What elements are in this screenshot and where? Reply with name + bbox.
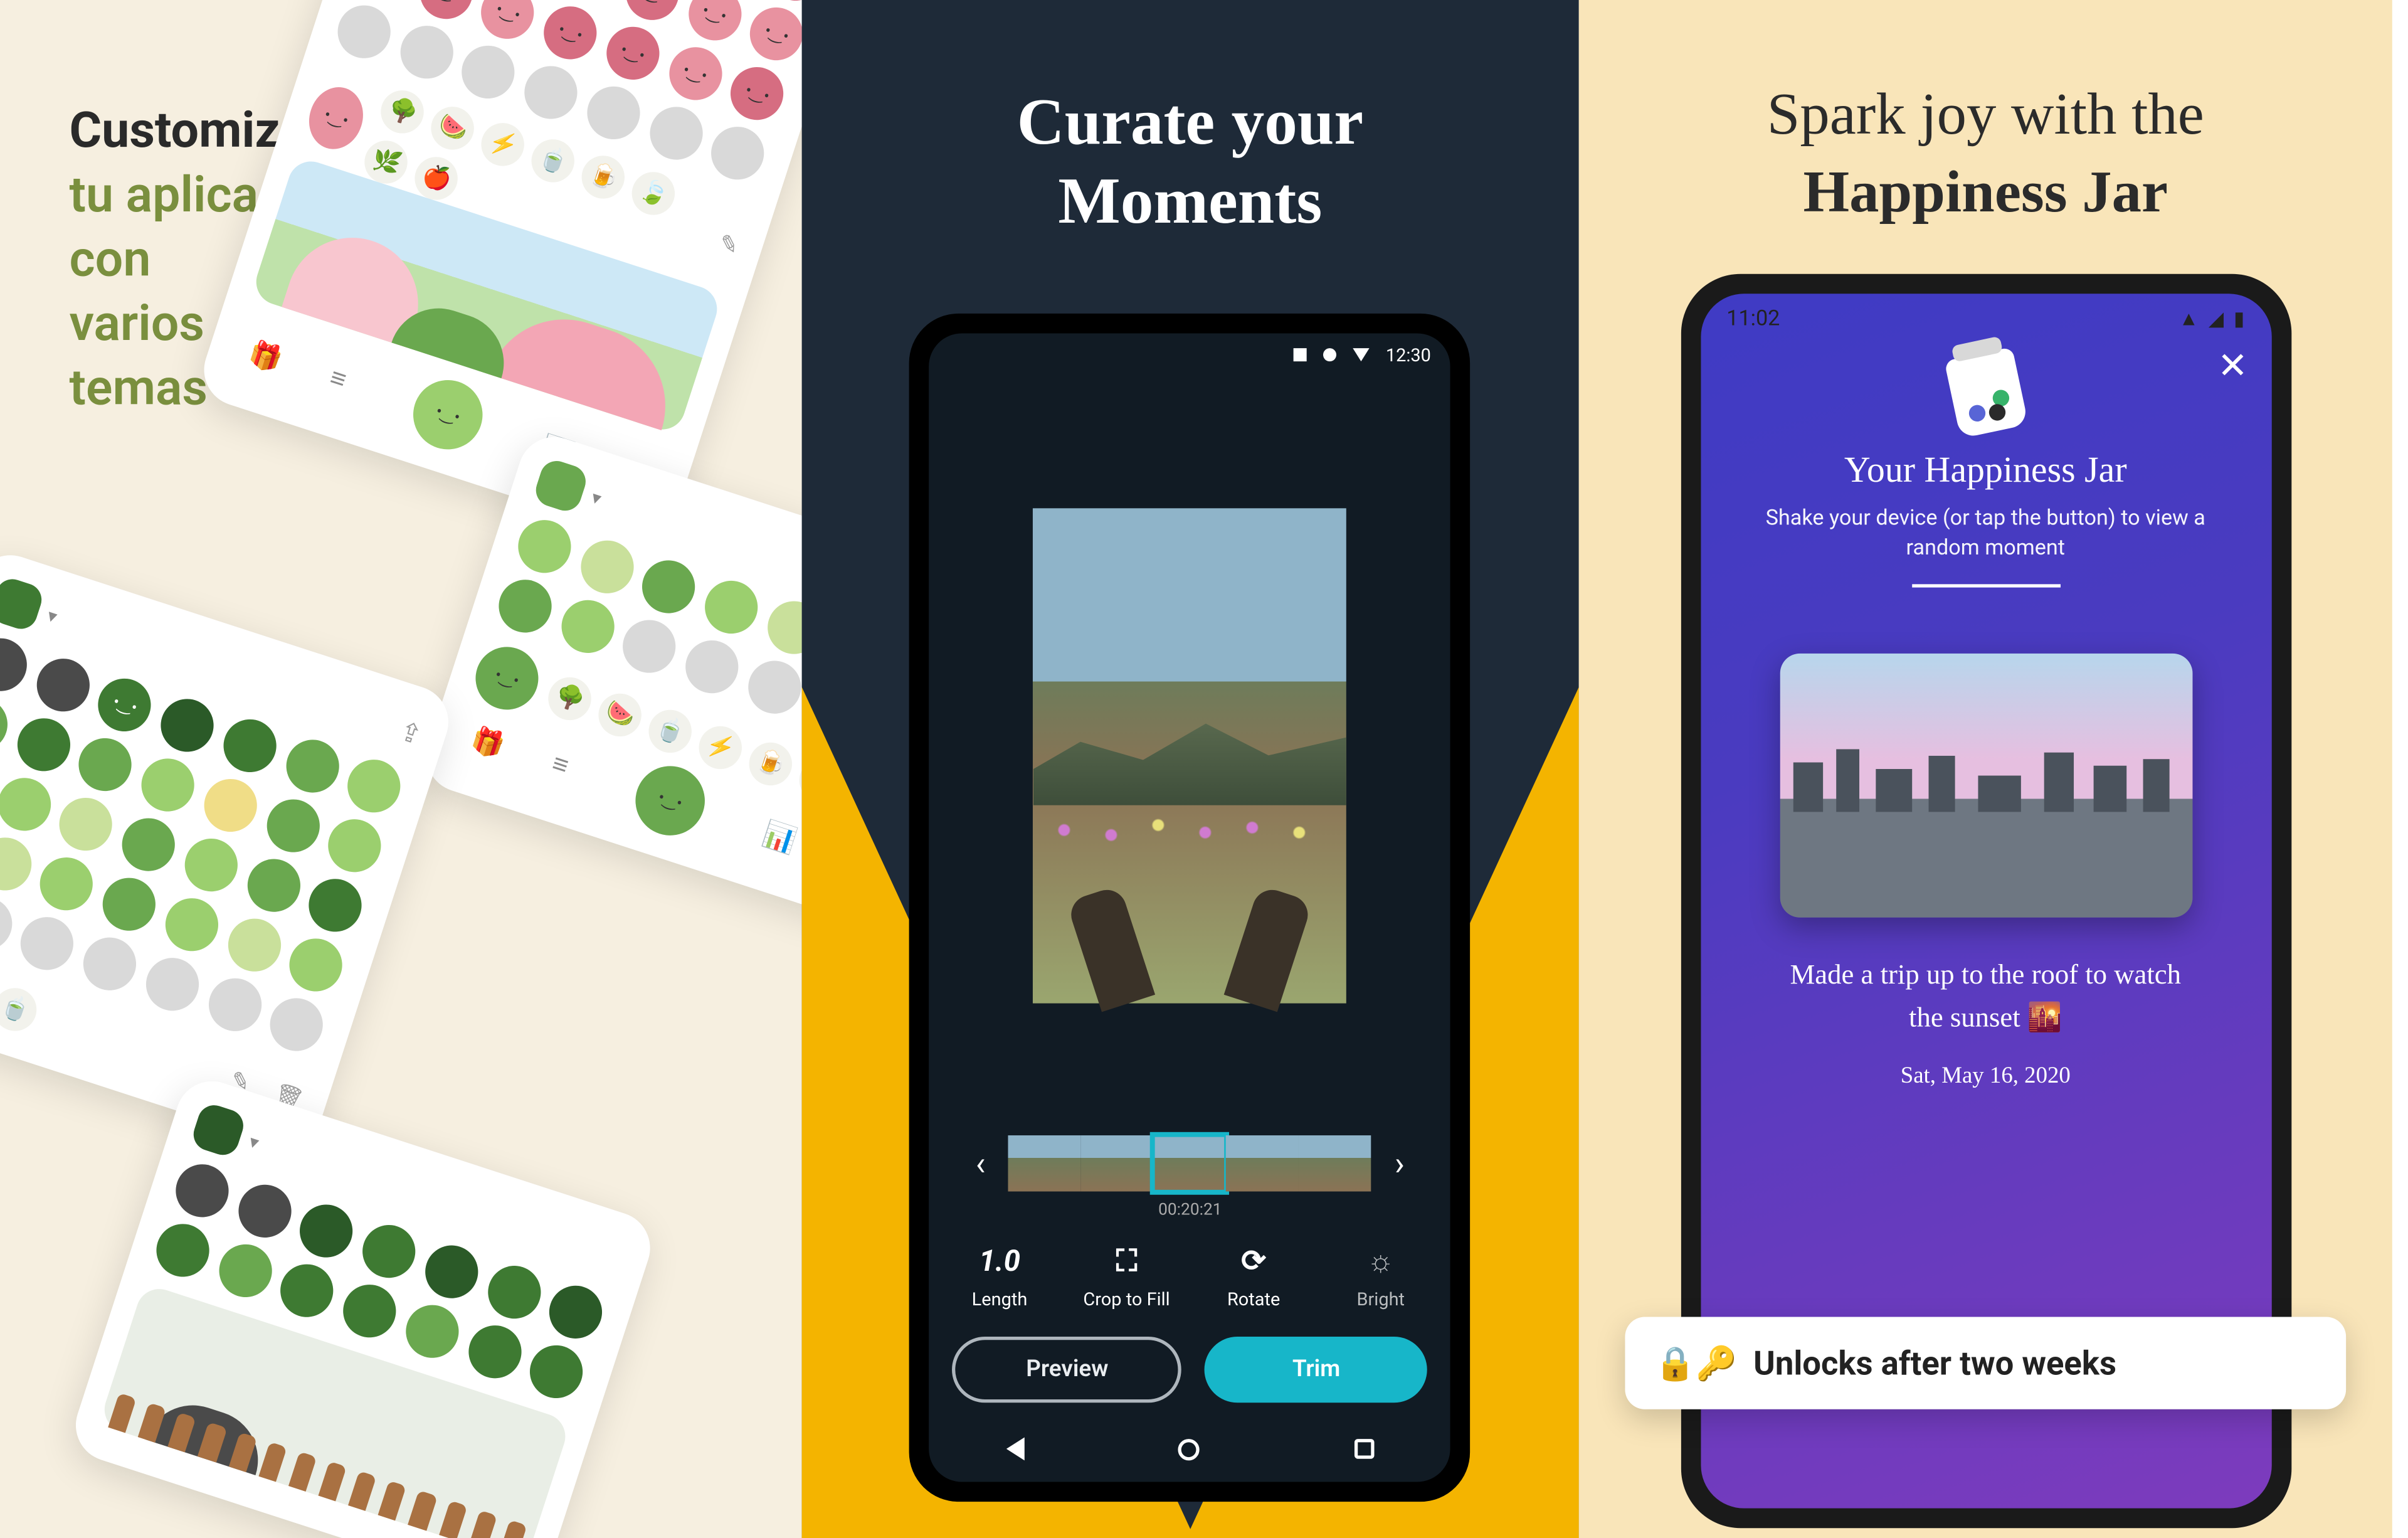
rotate-icon: ⟳ xyxy=(1241,1243,1266,1279)
brightness-label: Bright xyxy=(1356,1289,1405,1310)
center-title: Curate your Moments xyxy=(801,83,1579,241)
android-navbar xyxy=(929,1416,1450,1482)
status-time: 12:30 xyxy=(1386,344,1431,366)
divider xyxy=(1911,585,2060,588)
status-dot-icon xyxy=(1323,348,1336,361)
theme-card-pink[interactable]: •‿••‿••‿••‿••‿••‿••‿• •‿••‿••‿••‿•16•‿••… xyxy=(194,0,801,546)
chip-icon[interactable]: 🌳 xyxy=(542,672,596,726)
share-icon[interactable]: ⇪ xyxy=(396,714,426,750)
brightness-tool[interactable]: ☼ Bright xyxy=(1328,1243,1434,1310)
status-time: 11:02 xyxy=(1726,306,1780,331)
chip-icon[interactable]: 🍉 xyxy=(426,101,480,155)
nav-back-icon[interactable] xyxy=(1006,1438,1025,1461)
length-tool[interactable]: 1.0 Length xyxy=(947,1243,1052,1310)
jar-header: ✕ Your Happiness Jar Shake your device (… xyxy=(1700,343,2271,608)
chip-icon[interactable]: ⚡ xyxy=(476,117,530,171)
length-label: Length xyxy=(972,1289,1028,1310)
stats-icon[interactable]: 📊 xyxy=(751,807,801,866)
jar-title: Your Happiness Jar xyxy=(1730,449,2242,492)
status-bar: 11:02 ▲ ◢ ▮ xyxy=(1700,294,2271,343)
theme-card-cats[interactable]: ▾ ⇪ •‿• •‿• 🍺 🍵 ✎ 🗑 xyxy=(0,546,458,1154)
crop-tool[interactable]: ⛶ Crop to Fill xyxy=(1074,1243,1179,1310)
today-bubble[interactable]: •‿• xyxy=(301,80,371,156)
right-title: Spark joy with the Happiness Jar xyxy=(1579,76,2392,230)
crop-icon: ⛶ xyxy=(1116,1243,1137,1279)
month-picker[interactable] xyxy=(189,1101,248,1159)
video-frame xyxy=(1033,508,1347,1003)
video-thumb-selected[interactable] xyxy=(1154,1135,1227,1191)
status-bar: 12:30 xyxy=(929,333,1450,376)
left-panel: Customizar tu aplicación con varios tema… xyxy=(0,0,801,1538)
nav-home-icon[interactable] xyxy=(1178,1438,1200,1460)
nav-recent-icon[interactable] xyxy=(1354,1439,1374,1459)
right-title-l2: Happiness Jar xyxy=(1579,153,2392,230)
brightness-icon: ☼ xyxy=(1367,1243,1394,1279)
list-icon[interactable]: ≡ xyxy=(309,350,367,408)
frame-strip: ‹ › xyxy=(929,1135,1450,1191)
chip-icon[interactable]: 🍉 xyxy=(593,688,647,742)
phone-mockup: 12:30 ‹ xyxy=(910,314,1471,1502)
length-value: 1.0 xyxy=(979,1243,1020,1279)
unlock-text: Unlocks after two weeks xyxy=(1753,1344,2116,1383)
moment-image xyxy=(1779,654,2192,918)
video-thumb[interactable] xyxy=(1081,1135,1154,1191)
gift-icon[interactable]: 🎁 xyxy=(459,713,517,771)
battery-icon: ▮ xyxy=(2234,307,2244,330)
video-thumb[interactable] xyxy=(1299,1135,1372,1191)
frame-next-button[interactable]: › xyxy=(1378,1143,1421,1183)
unlock-banner: 🔒🔑 Unlocks after two weeks xyxy=(1625,1317,2346,1409)
chip-icon[interactable]: 🍵 xyxy=(0,982,42,1036)
center-panel: Curate your Moments 12:30 xyxy=(801,0,1579,1538)
moment-date: Sat, May 16, 2020 xyxy=(1901,1065,2071,1091)
crop-label: Crop to Fill xyxy=(1083,1289,1170,1310)
wifi-icon: ▲ xyxy=(2179,307,2199,330)
video-thumb[interactable] xyxy=(1008,1135,1081,1191)
month-picker[interactable] xyxy=(532,457,590,515)
moment-card[interactable]: Made a trip up to the roof to watch the … xyxy=(1736,654,2235,1091)
status-square-icon xyxy=(1294,348,1307,361)
month-picker[interactable] xyxy=(0,575,46,634)
video-preview[interactable] xyxy=(929,376,1450,1135)
status-signal-icon xyxy=(1353,348,1369,361)
list-icon[interactable]: ≡ xyxy=(531,736,589,794)
chip-icon[interactable]: 🍃 xyxy=(794,753,801,807)
center-title-l1: Curate your xyxy=(801,83,1579,162)
theme-card-olive[interactable]: ▾ xyxy=(66,1072,660,1538)
chip-icon[interactable]: ⚡ xyxy=(694,721,747,775)
center-title-l2: Moments xyxy=(801,162,1579,241)
close-button[interactable]: ✕ xyxy=(2217,346,2248,388)
rotate-label: Rotate xyxy=(1227,1289,1280,1310)
tool-row: 1.0 Length ⛶ Crop to Fill ⟳ Rotate ☼ Bri… xyxy=(929,1236,1450,1310)
right-panel: Spark joy with the Happiness Jar 11:02 ▲… xyxy=(1579,0,2392,1538)
signal-icon: ◢ xyxy=(2209,307,2224,330)
preview-button[interactable]: Preview xyxy=(953,1337,1182,1403)
theme-card-green[interactable]: ▾ ⇪ •‿• 🌳 🍉 🍵 ⚡ 🍺 🍃 ✎ xyxy=(417,428,801,932)
chip-icon[interactable]: 🍵 xyxy=(643,704,697,758)
trim-button[interactable]: Trim xyxy=(1205,1337,1428,1403)
jar-subtitle: Shake your device (or tap the button) to… xyxy=(1763,505,2208,565)
jar-icon xyxy=(1943,347,2027,438)
gift-icon[interactable]: 🎁 xyxy=(237,326,295,384)
lock-key-icon: 🔒🔑 xyxy=(1655,1344,1737,1383)
frame-prev-button[interactable]: ‹ xyxy=(959,1143,1002,1183)
chip-icon[interactable]: 🍺 xyxy=(744,737,798,791)
timecode: 00:20:21 xyxy=(929,1201,1450,1219)
rotate-tool[interactable]: ⟳ Rotate xyxy=(1201,1243,1306,1310)
chip-icon[interactable]: 🍺 xyxy=(576,151,630,204)
add-today-button[interactable]: •‿• xyxy=(404,371,492,459)
right-title-l1: Spark joy with the xyxy=(1579,76,2392,153)
moment-caption: Made a trip up to the roof to watch the … xyxy=(1771,955,2200,1039)
chip-icon[interactable]: 🍵 xyxy=(526,134,580,188)
video-thumb[interactable] xyxy=(1227,1135,1299,1191)
chip-icon[interactable]: 🍃 xyxy=(626,167,680,221)
chip-icon[interactable]: 🌳 xyxy=(376,85,430,139)
edit-icon[interactable]: ✎ xyxy=(716,230,742,262)
